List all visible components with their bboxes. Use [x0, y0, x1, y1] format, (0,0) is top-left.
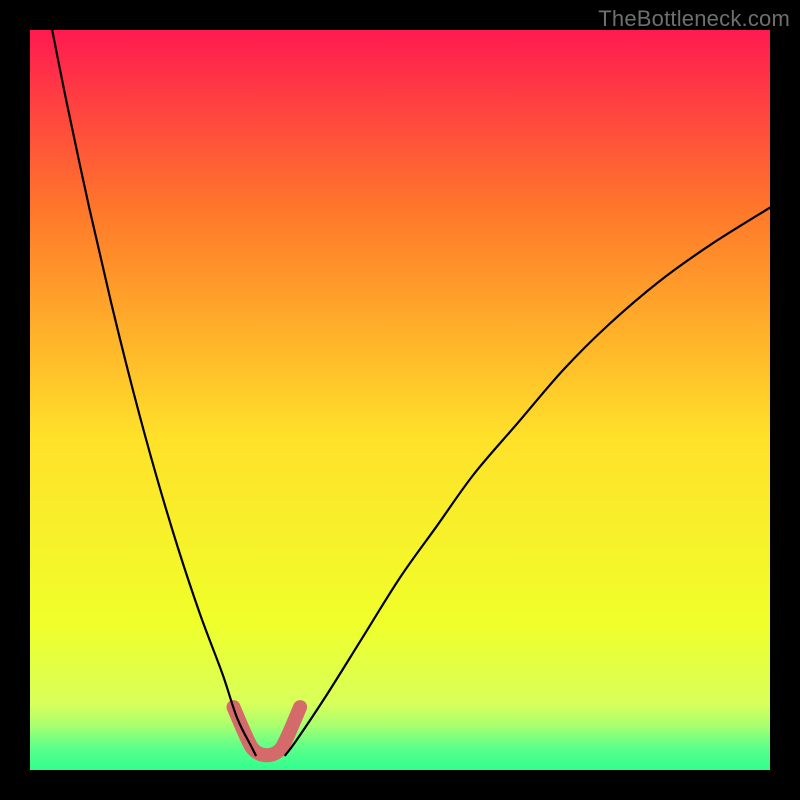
watermark-text: TheBottleneck.com [598, 6, 790, 32]
chart-frame [30, 30, 770, 770]
gradient-background [30, 30, 770, 770]
bottleneck-chart [30, 30, 770, 770]
